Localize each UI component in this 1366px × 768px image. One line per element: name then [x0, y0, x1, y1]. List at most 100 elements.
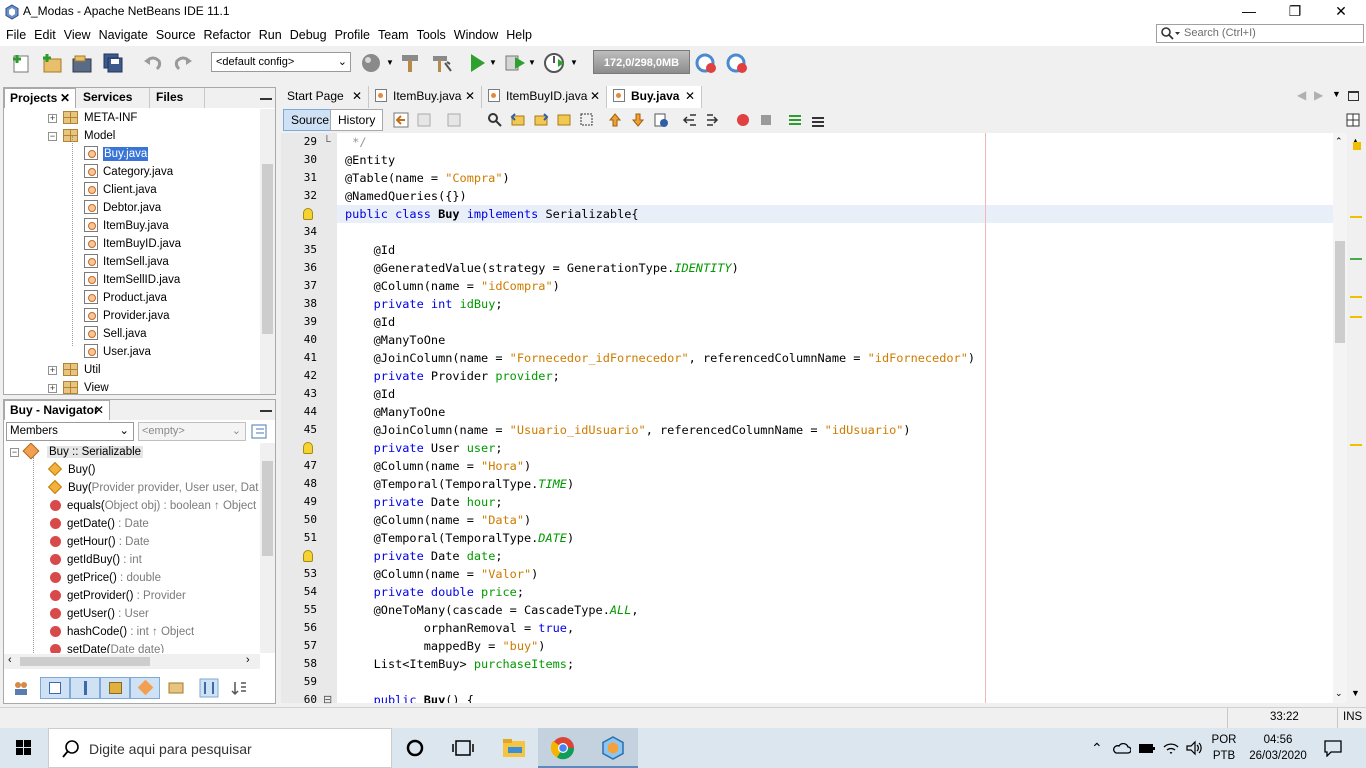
taskbar-search-input[interactable]: Digite aqui para pesquisar	[48, 728, 392, 768]
back-icon[interactable]	[417, 112, 433, 128]
search-input[interactable]: Search (Ctrl+I)	[1156, 24, 1364, 43]
scroll-left-icon[interactable]: ‹	[8, 654, 12, 666]
profile-icon[interactable]	[542, 51, 566, 75]
file-explorer-icon[interactable]	[502, 737, 526, 759]
tab-start-page[interactable]: Start Page ✕	[281, 86, 369, 108]
close-icon[interactable]: ✕	[465, 86, 475, 107]
error-stripe[interactable]: ▲ ▼	[1347, 133, 1366, 703]
close-window-button[interactable]: ✕	[1318, 0, 1364, 24]
method-item[interactable]: hashCode() : int ↑ Object	[50, 623, 194, 641]
close-icon[interactable]: ✕	[685, 86, 695, 107]
inherited-members-icon[interactable]	[12, 679, 30, 697]
tree-package-item[interactable]: − Model	[48, 127, 115, 145]
menu-source[interactable]: Source	[152, 24, 200, 46]
projects-scroll-thumb[interactable]	[262, 164, 273, 334]
debug-dropdown-icon[interactable]: ▼	[528, 58, 536, 67]
menu-team[interactable]: Team	[374, 24, 413, 46]
undo-icon[interactable]	[141, 51, 165, 75]
language-indicator[interactable]: POR PTB	[1210, 732, 1238, 764]
menu-run[interactable]: Run	[255, 24, 286, 46]
menu-view[interactable]: View	[60, 24, 95, 46]
navigator-root-item[interactable]: − Buy :: Serializable	[10, 443, 144, 461]
tab-itembuy[interactable]: ItemBuy.java ✕	[369, 86, 482, 108]
navigator-scroll-thumb[interactable]	[262, 461, 273, 556]
scroll-right-icon[interactable]: ›	[246, 654, 250, 666]
expand-icon[interactable]: +	[48, 114, 57, 123]
run-icon[interactable]	[465, 51, 489, 75]
memory-usage-widget[interactable]: 172,0/298,0MB	[593, 50, 690, 74]
menu-window[interactable]: Window	[450, 24, 502, 46]
tree-file-item[interactable]: Debtor.java	[84, 199, 161, 217]
collapse-icon[interactable]: −	[48, 132, 57, 141]
warning-mark[interactable]	[1350, 316, 1362, 318]
uncomment-icon[interactable]	[810, 112, 826, 128]
tab-list-icon[interactable]: ▼	[1332, 89, 1341, 99]
profile-dropdown-icon[interactable]: ▼	[570, 58, 578, 67]
editor-gutter[interactable]: 29 30 31 32 34 35 36 37 38 39 40 41 42 43 44 45 47 48 49 50…	[281, 133, 337, 706]
tray-expand-icon[interactable]: ⌃	[1091, 728, 1103, 768]
menu-debug[interactable]: Debug	[286, 24, 331, 46]
method-item[interactable]: getDate() : Date	[50, 515, 149, 533]
menu-refactor[interactable]: Refactor	[200, 24, 255, 46]
toggle-highlight-icon[interactable]	[556, 112, 572, 128]
method-item[interactable]: getIdBuy() : int	[50, 551, 142, 569]
menu-tools[interactable]: Tools	[413, 24, 450, 46]
constructor-item[interactable]: Buy(Provider provider, User user, Date	[47, 479, 259, 497]
filter-nonpublic-toggle[interactable]	[100, 677, 130, 699]
method-item[interactable]: setDate(Date date)	[50, 641, 164, 653]
tree-file-item[interactable]: ItemBuyID.java	[84, 235, 181, 253]
fold-end-icon[interactable]: └	[323, 133, 331, 151]
notifications-icon[interactable]	[1323, 739, 1343, 757]
code-editor[interactable]: */ @Entity @Table(name = "Compra") @NamedQu…	[337, 133, 1333, 703]
build-globe-icon[interactable]	[359, 51, 383, 75]
tree-file-item[interactable]: User.java	[84, 343, 151, 361]
tree-file-item[interactable]: ItemBuy.java	[84, 217, 169, 235]
config-select[interactable]: <default config> ⌄	[211, 52, 351, 72]
filter-static-toggle[interactable]	[70, 677, 100, 699]
tree-file-item[interactable]: Provider.java	[84, 307, 169, 325]
navigator-view-icon[interactable]	[251, 423, 268, 440]
hint-bulb-icon[interactable]	[303, 208, 313, 220]
expand-icon[interactable]: +	[48, 366, 57, 375]
editor-scrollbar[interactable]: ⌃ ⌄	[1333, 133, 1347, 703]
gc-icon[interactable]	[694, 51, 718, 75]
method-item[interactable]: getHour() : Date	[50, 533, 149, 551]
taskbar-chrome[interactable]	[538, 728, 588, 768]
collapse-icon[interactable]: −	[10, 448, 19, 457]
start-macro-icon[interactable]	[735, 112, 751, 128]
sort-by-source-icon[interactable]	[199, 678, 219, 698]
battery-icon[interactable]	[1138, 741, 1156, 755]
tree-file-item[interactable]: ItemSell.java	[84, 253, 169, 271]
new-file-icon[interactable]	[10, 51, 34, 75]
volume-icon[interactable]	[1185, 740, 1203, 756]
wifi-icon[interactable]	[1162, 739, 1180, 757]
windows-start-icon[interactable]	[0, 728, 48, 768]
method-item[interactable]: getPrice() : double	[50, 569, 161, 587]
scroll-up-icon[interactable]: ⌃	[1335, 136, 1343, 147]
find-icon[interactable]	[487, 112, 503, 128]
shift-left-icon[interactable]	[682, 112, 698, 128]
tree-package-item[interactable]: + View	[48, 379, 109, 394]
constructor-item[interactable]: Buy()	[47, 461, 95, 479]
stop-macro-icon[interactable]	[758, 112, 774, 128]
open-project-icon[interactable]	[70, 51, 94, 75]
onedrive-icon[interactable]	[1113, 741, 1131, 755]
build-hammer-icon[interactable]	[398, 51, 422, 75]
split-view-icon[interactable]	[1345, 112, 1361, 128]
previous-bookmark-icon[interactable]	[607, 112, 623, 128]
clock[interactable]: 04:56 26/03/2020	[1246, 732, 1310, 764]
tree-file-item[interactable]: Sell.java	[84, 325, 146, 343]
projects-scrollbar[interactable]	[260, 109, 275, 394]
save-all-icon[interactable]	[101, 51, 125, 75]
comment-icon[interactable]	[787, 112, 803, 128]
new-project-icon[interactable]	[40, 51, 64, 75]
redo-icon[interactable]	[171, 51, 195, 75]
minimize-panel-icon[interactable]	[260, 98, 272, 100]
filter-fields-toggle[interactable]	[40, 677, 70, 699]
filter-inner-classes-toggle[interactable]	[130, 677, 160, 699]
tree-package-item[interactable]: + Util	[48, 361, 101, 379]
warning-summary-icon[interactable]	[1353, 142, 1361, 150]
close-icon[interactable]: ✕	[60, 89, 70, 108]
close-icon[interactable]: ✕	[94, 401, 104, 420]
tree-file-item[interactable]: Product.java	[84, 289, 167, 307]
